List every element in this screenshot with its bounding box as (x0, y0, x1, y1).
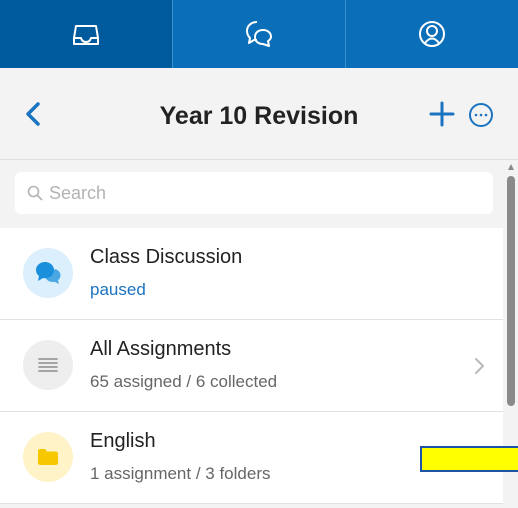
assignments-avatar (23, 340, 73, 390)
list-item-title: All Assignments (90, 338, 232, 360)
navigation-header: Year 10 Revision (0, 68, 518, 160)
tab-profile[interactable] (346, 0, 518, 68)
add-icon[interactable] (428, 100, 456, 128)
top-tab-bar (0, 0, 518, 68)
highlight-marker (420, 446, 518, 472)
tab-inbox[interactable] (0, 0, 173, 68)
list-item-subtitle: 1 assignment / 3 folders (90, 464, 271, 483)
chat-icon (246, 21, 272, 47)
list-item-subtitle: 65 assigned / 6 collected (90, 372, 278, 391)
list-item-status: paused (90, 280, 146, 299)
scrollbar-thumb[interactable] (507, 176, 515, 406)
list-icon (38, 358, 58, 372)
list-item-title: English (90, 430, 156, 452)
search-icon (27, 185, 43, 201)
folder-icon (38, 449, 58, 465)
folder-avatar (23, 432, 73, 482)
discussion-icon (36, 262, 61, 284)
tab-discussions[interactable] (173, 0, 346, 68)
scroll-up-arrow-icon[interactable] (507, 163, 515, 171)
chevron-right-icon (475, 358, 484, 374)
search-input[interactable] (49, 182, 489, 204)
list-item-class-discussion[interactable]: Class Discussion paused (0, 228, 503, 320)
list-item-title: Class Discussion (90, 246, 243, 268)
more-options-icon[interactable] (468, 102, 494, 128)
discussion-avatar (23, 248, 73, 298)
search-bar[interactable] (15, 172, 493, 214)
inbox-icon (73, 25, 99, 45)
profile-icon (419, 21, 445, 47)
list-item-all-assignments[interactable]: All Assignments 65 assigned / 6 collecte… (0, 320, 503, 412)
